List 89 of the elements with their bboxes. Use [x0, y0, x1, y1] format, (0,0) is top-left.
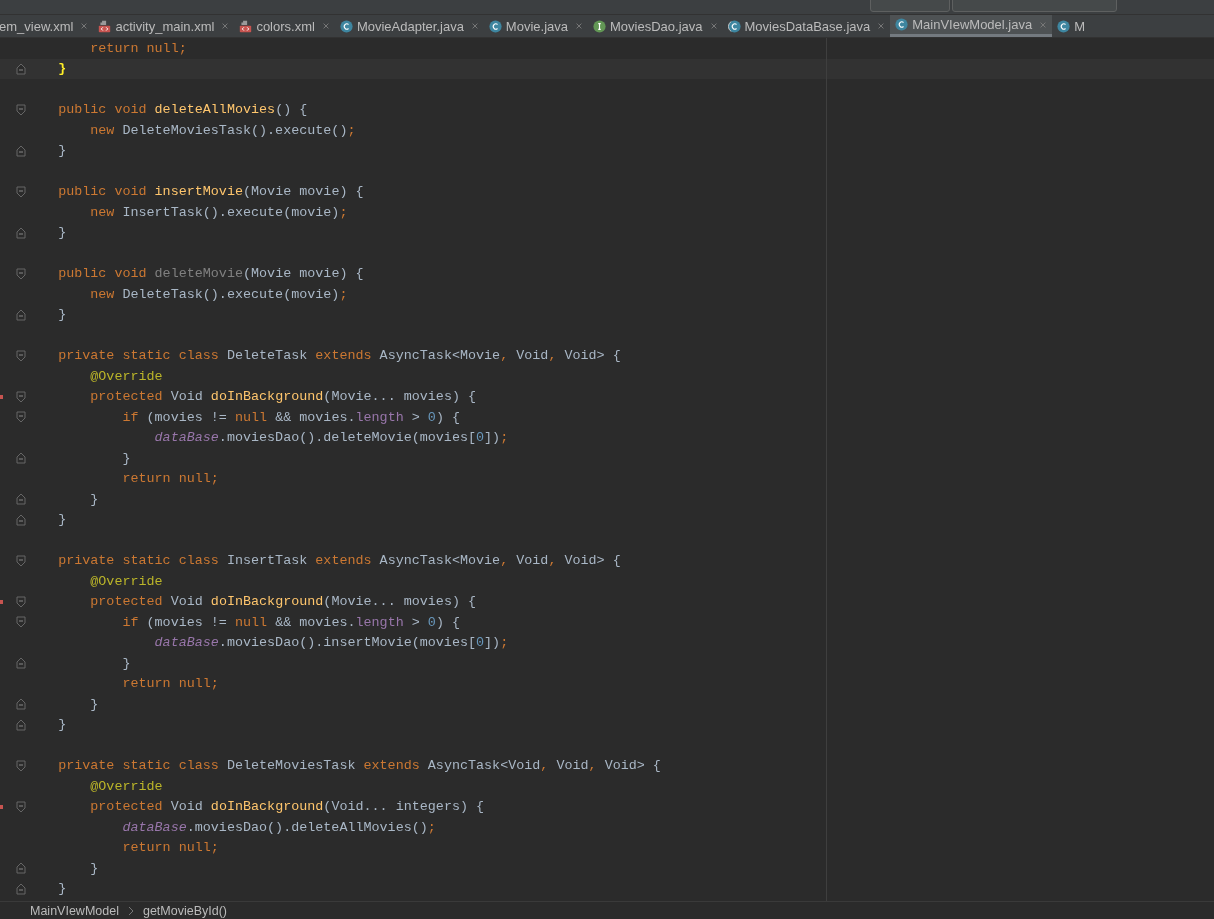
code-line: } [89, 491, 99, 507]
class-icon [1057, 19, 1071, 33]
code-line: new DeleteTask().execute(movie); [89, 286, 348, 302]
chevron-icon [126, 905, 135, 916]
fold-icon[interactable] [16, 554, 26, 567]
code-line: @Override [89, 778, 163, 794]
editor-tab[interactable]: MoviesDataBase.java [722, 15, 891, 37]
code-line: if (movies != null && movies.length > 0) { [121, 409, 460, 425]
editor-tab[interactable]: M [1052, 15, 1091, 37]
fold-icon[interactable] [16, 493, 26, 505]
editor-tab[interactable]: em_view.xml [0, 15, 94, 37]
code-line: @Override [89, 573, 163, 589]
fold-icon[interactable] [16, 308, 26, 321]
editor-tab[interactable]: colors.xml [234, 15, 335, 37]
code-line: private static class InsertTask extends AsyncTask<Movie, Void, Void> { [57, 553, 621, 569]
close-icon[interactable] [1039, 20, 1048, 29]
close-icon[interactable] [470, 22, 479, 30]
code-line: } [89, 696, 99, 712]
code-line: new InsertTask().execute(movie); [89, 204, 348, 220]
fold-icon[interactable] [16, 513, 26, 526]
editor-tab[interactable]: MovieAdapter.java [334, 15, 484, 37]
code-line: } [121, 655, 131, 671]
breadcrumb-item[interactable]: getMovieById() [142, 903, 227, 918]
breadcrumb-item[interactable]: MainVIewModel [30, 903, 119, 918]
code-line: } [121, 450, 131, 466]
class-icon [488, 19, 502, 33]
code-line: private static class DeleteTask extends AsyncTask<Movie, Void, Void> { [57, 348, 621, 364]
code-line: return null; [121, 840, 219, 856]
code-line: dataBase.moviesDao().deleteMovie(movies[0]); [153, 430, 509, 446]
fold-icon[interactable] [16, 390, 26, 403]
code-line: protected Void doInBackground(Void... integers) { [89, 799, 485, 815]
code-line: dataBase.moviesDao().deleteAllMovies(); [121, 819, 436, 835]
code-line: @Override [89, 368, 163, 384]
toolbar-field[interactable] [870, 0, 950, 12]
editor-tab[interactable]: MoviesDao.java [588, 15, 723, 37]
code-line: } [57, 61, 67, 77]
fold-icon[interactable] [16, 800, 26, 813]
code-line: } [57, 717, 67, 733]
fold-icon[interactable] [16, 185, 26, 198]
code-line: protected Void doInBackground(Movie... movies) { [89, 389, 477, 405]
code-line: return null; [121, 676, 219, 692]
class-icon [339, 19, 353, 33]
fold-icon[interactable] [16, 698, 26, 710]
fold-icon[interactable] [16, 144, 26, 157]
code-line: public void deleteAllMovies() { [57, 102, 308, 118]
editor-tab[interactable]: activity_main.xml [93, 15, 235, 37]
code-line: } [57, 143, 67, 159]
close-icon[interactable] [575, 22, 583, 30]
fold-icon[interactable] [16, 759, 26, 772]
fold-icon[interactable] [16, 882, 26, 895]
code-line: public void insertMovie(Movie movie) { [57, 184, 364, 200]
abstract-class-icon [727, 19, 741, 33]
xml-file-icon [239, 19, 253, 33]
fold-icon[interactable] [16, 411, 26, 423]
close-icon[interactable] [221, 22, 230, 30]
close-icon[interactable] [877, 22, 886, 30]
code-line: } [57, 512, 67, 528]
fold-icon[interactable] [16, 657, 26, 669]
close-icon[interactable] [709, 22, 718, 30]
code-line: } [57, 881, 67, 897]
fold-icon[interactable] [16, 862, 26, 874]
code-line: return null; [89, 40, 187, 56]
code-line: protected Void doInBackground(Movie... movies) { [89, 594, 477, 610]
code-line: if (movies != null && movies.length > 0) { [121, 614, 460, 630]
code-line: dataBase.moviesDao().insertMovie(movies[0]); [153, 635, 509, 651]
interface-icon [593, 19, 606, 33]
code-line: new DeleteMoviesTask().execute(); [89, 122, 356, 138]
code-line: } [89, 860, 99, 876]
editor-tab[interactable]: Movie.java [483, 15, 588, 37]
fold-icon[interactable] [16, 595, 26, 608]
close-icon[interactable] [80, 22, 89, 30]
editor-tab[interactable]: MainVIewModel.java [890, 15, 1053, 37]
fold-icon[interactable] [16, 349, 26, 362]
fold-icon[interactable] [16, 226, 26, 239]
fold-icon[interactable] [16, 103, 26, 116]
code-line: } [57, 307, 67, 323]
fold-icon[interactable] [16, 62, 26, 75]
close-icon[interactable] [321, 22, 330, 30]
fold-icon[interactable] [16, 267, 26, 280]
code-line: public void deleteMovie(Movie movie) { [57, 266, 364, 282]
toolbar-field[interactable] [952, 0, 1117, 12]
code-line: } [57, 225, 67, 241]
fold-icon[interactable] [16, 616, 26, 628]
code-line: private static class DeleteMoviesTask extends AsyncTask<Void, Void, Void> { [57, 758, 661, 774]
fold-icon[interactable] [16, 452, 26, 464]
xml-file-icon [98, 19, 112, 33]
fold-icon[interactable] [16, 718, 26, 731]
code-line: return null; [121, 471, 219, 487]
class-icon [895, 18, 909, 31]
